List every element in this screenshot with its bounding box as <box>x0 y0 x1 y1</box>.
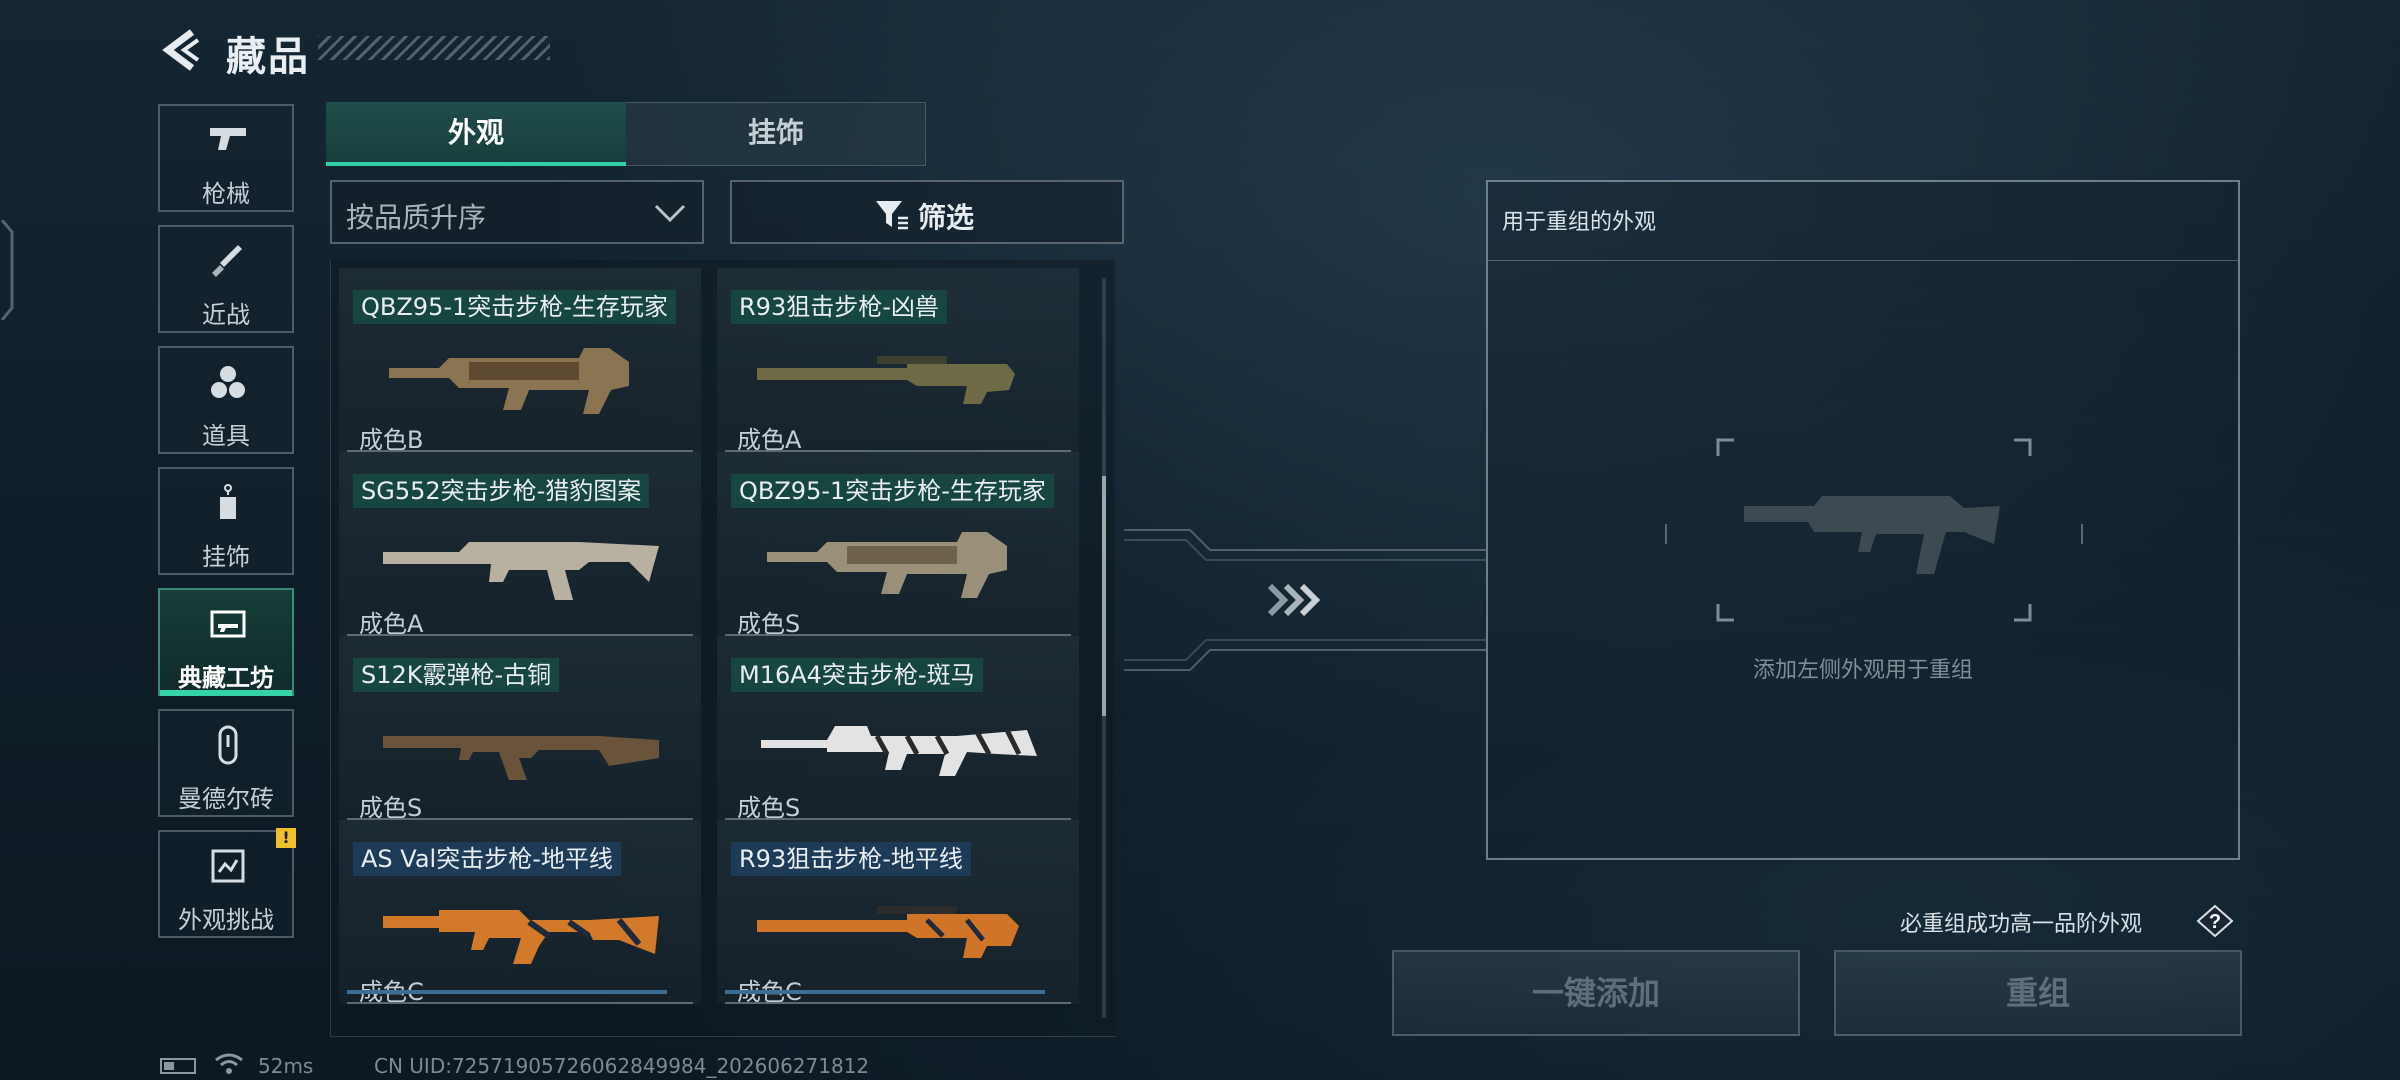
sort-dropdown-label: 按品质升序 <box>346 201 487 234</box>
quality-bar <box>347 990 667 994</box>
rifle-placeholder-icon <box>1744 496 2000 574</box>
pistol-icon <box>210 128 246 150</box>
sidebar-item-label: 挂饰 <box>202 543 250 571</box>
quality-bar <box>725 990 1045 994</box>
skin-card[interactable]: SG552突击步枪-猎豹图案 成色A <box>339 452 701 638</box>
sidebar-item-workshop[interactable]: 典藏工坊 <box>158 588 294 696</box>
rifle-zebra-image <box>761 726 1037 776</box>
edge-bracket-icon <box>0 220 14 320</box>
skin-name: QBZ95-1突击步枪-生存玩家 <box>353 290 676 324</box>
sidebar-item-label: 曼德尔砖 <box>178 785 274 813</box>
alert-badge: ! <box>276 828 296 848</box>
skin-list[interactable]: QBZ95-1突击步枪-生存玩家 成色B R93狙击步枪-凶兽 成色A SG55… <box>330 260 1115 1037</box>
tab-appearance[interactable]: 外观 <box>326 102 626 166</box>
reforge-slot[interactable] <box>1664 434 2084 626</box>
ping-text: 52ms <box>258 1054 314 1078</box>
sidebar-item-label: 典藏工坊 <box>178 664 274 692</box>
scrollbar-thumb[interactable] <box>1102 476 1106 716</box>
reforge-button[interactable]: 重组 <box>1834 950 2242 1036</box>
challenge-icon <box>211 849 245 883</box>
filter-button[interactable]: 筛选 <box>730 180 1124 244</box>
assault-rifle-image <box>383 542 659 600</box>
reforge-panel-title: 用于重组的外观 <box>1502 210 1657 235</box>
skin-name: QBZ95-1突击步枪-生存玩家 <box>731 474 1054 508</box>
back-arrow-icon[interactable] <box>158 26 206 74</box>
reforge-guarantee-text: 必重组成功高一品阶外观 <box>1900 912 2143 937</box>
sidebar-item-charms[interactable]: 挂饰 <box>158 467 294 575</box>
sniper-rifle-image <box>757 356 1015 404</box>
skin-card[interactable]: R93狙击步枪-凶兽 成色A <box>717 268 1079 454</box>
sidebar-item-mandel-brick[interactable]: 曼德尔砖 <box>158 709 294 817</box>
sidebar-item-label: 外观挑战 <box>178 906 274 934</box>
connector-lines <box>1124 529 1486 671</box>
skin-card[interactable]: QBZ95-1突击步枪-生存玩家 成色S <box>717 452 1079 638</box>
panel-divider <box>1488 260 2238 261</box>
sidebar-item-firearms[interactable]: 枪械 <box>158 104 294 212</box>
skin-name: AS Val突击步枪-地平线 <box>353 842 621 876</box>
skin-name: R93狙击步枪-凶兽 <box>731 290 947 324</box>
skin-name: R93狙击步枪-地平线 <box>731 842 971 876</box>
rifle-bullpup-image <box>767 532 1007 598</box>
tab-charms[interactable]: 挂饰 <box>626 102 926 166</box>
skin-card[interactable]: QBZ95-1突击步枪-生存玩家 成色B <box>339 268 701 454</box>
sidebar-item-appearance-challenge[interactable]: 外观挑战 ! <box>158 828 296 938</box>
skin-name: SG552突击步枪-猎豹图案 <box>353 474 650 508</box>
workshop-icon <box>210 610 246 638</box>
title-decoration <box>318 36 550 60</box>
grenades-icon <box>211 366 245 398</box>
skin-card[interactable]: R93狙击步枪-地平线 成色C <box>717 820 1079 1006</box>
rifle-bullpup-image <box>389 348 629 414</box>
charm-tag-icon <box>220 484 236 519</box>
sidebar-item-label: 近战 <box>202 301 250 329</box>
shotgun-image <box>383 736 659 780</box>
skin-card[interactable]: AS Val突击步枪-地平线 成色C <box>339 820 701 1006</box>
quick-add-button[interactable]: 一键添加 <box>1392 950 1800 1036</box>
mandel-brick-icon <box>218 725 238 765</box>
sidebar-item-label: 道具 <box>202 422 250 450</box>
page-title: 藏品 <box>226 34 310 80</box>
filter-funnel-icon <box>876 201 908 230</box>
sort-dropdown[interactable]: 按品质升序 <box>330 180 704 244</box>
knife-icon <box>212 245 242 277</box>
reforge-panel: 用于重组的外观 添加左侧外观用于重组 <box>1486 180 2240 860</box>
sniper-rifle-orange-image <box>757 906 1019 958</box>
skin-card[interactable]: M16A4突击步枪-斑马 成色S <box>717 636 1079 822</box>
sidebar-item-melee[interactable]: 近战 <box>158 225 294 333</box>
wifi-icon <box>215 1053 243 1074</box>
svg-text:?: ? <box>2209 911 2221 933</box>
uid-text: CN UID:7257190572606284998​4_20260627181… <box>374 1054 870 1078</box>
sidebar-item-label: 枪械 <box>202 180 250 208</box>
sidebar-item-items[interactable]: 道具 <box>158 346 294 454</box>
skin-name: M16A4突击步枪-斑马 <box>731 658 983 692</box>
help-icon[interactable]: ? <box>2196 904 2234 938</box>
card-divider <box>347 1002 693 1004</box>
reforge-hint: 添加左侧外观用于重组 <box>1752 658 1973 683</box>
card-divider <box>725 1002 1071 1004</box>
rifle-orange-image <box>383 910 659 964</box>
chevron-down-icon <box>654 204 686 223</box>
active-indicator <box>160 690 292 696</box>
skin-card[interactable]: S12K霰弹枪-古铜 成色S <box>339 636 701 822</box>
triple-chevron-icon <box>1267 583 1321 617</box>
battery-icon <box>160 1058 196 1074</box>
skin-name: S12K霰弹枪-古铜 <box>353 658 560 692</box>
filter-button-label: 筛选 <box>918 201 975 234</box>
